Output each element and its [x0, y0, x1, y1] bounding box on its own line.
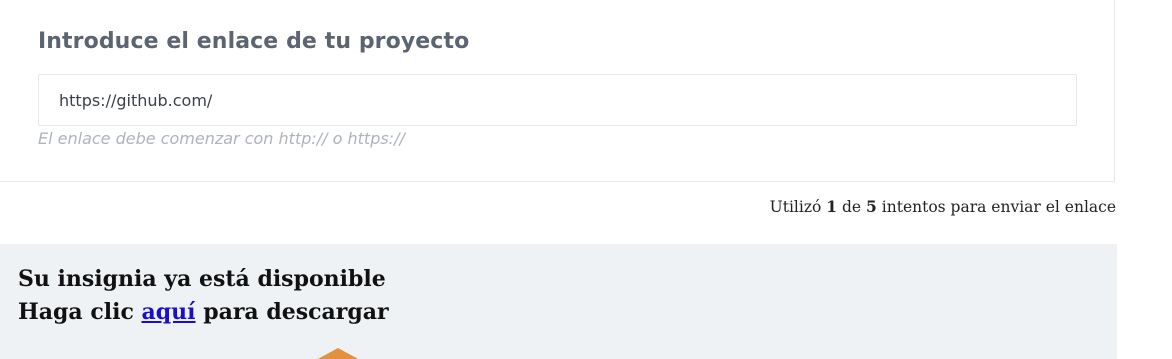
attempts-suffix: intentos para enviar el enlace — [881, 198, 1116, 216]
attempts-of: de — [842, 198, 862, 216]
url-hint: El enlace debe comenzar con http:// o ht… — [38, 129, 405, 148]
attempts-total: 5 — [866, 197, 877, 216]
badge-notice: Su insignia ya está disponible Haga clic… — [0, 244, 1117, 359]
page: Introduce el enlace de tu proyecto El en… — [0, 0, 1172, 359]
download-instruction: Haga clic aquí para descargar — [18, 299, 389, 325]
attempts-prefix: Utilizó — [769, 198, 822, 216]
attempts-counter: Utilizó 1 de 5 intentos para enviar el e… — [770, 197, 1116, 216]
project-url-input[interactable] — [38, 74, 1077, 126]
card-title: Introduce el enlace de tu proyecto — [38, 29, 470, 54]
badge-icon — [316, 348, 360, 359]
project-link-card: Introduce el enlace de tu proyecto El en… — [0, 0, 1115, 182]
download-prefix: Haga clic — [18, 299, 134, 325]
download-suffix: para descargar — [203, 299, 389, 325]
download-link[interactable]: aquí — [142, 299, 196, 325]
badge-available-text: Su insignia ya está disponible — [18, 266, 386, 292]
attempts-used: 1 — [826, 197, 838, 216]
